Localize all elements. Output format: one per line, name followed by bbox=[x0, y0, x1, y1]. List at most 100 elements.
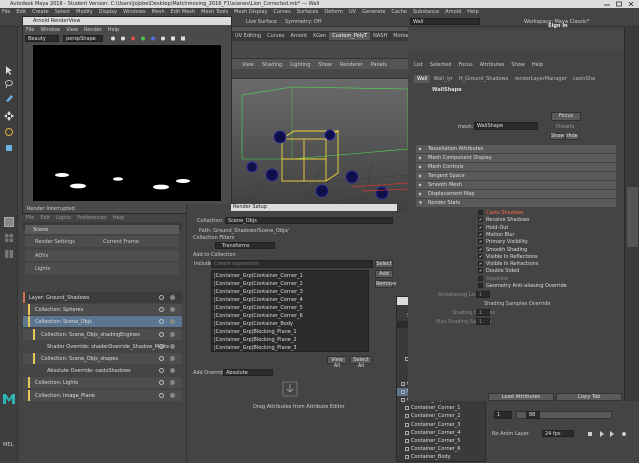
sign-in-label[interactable]: Sign In bbox=[548, 23, 568, 29]
main-menu-item[interactable]: UV bbox=[349, 9, 356, 15]
render-stat-checkbox[interactable]: ✔ bbox=[478, 224, 483, 230]
render-stat-row[interactable]: ✔ Primary Visibility bbox=[478, 238, 618, 245]
layer-tree-row[interactable]: Collection: Image_Plane bbox=[23, 389, 182, 401]
add-override-select[interactable]: Absolute bbox=[223, 369, 273, 376]
ae-section-header[interactable]: ▶ Smooth Mesh bbox=[416, 181, 616, 189]
fps-select[interactable]: 24 fps bbox=[542, 430, 574, 437]
viewport-menu-item[interactable]: Shading bbox=[262, 62, 282, 68]
symmetry-label[interactable]: Symmetry: Off bbox=[285, 19, 321, 25]
attribute-editor-side-tab[interactable] bbox=[627, 187, 638, 247]
ae-section-header[interactable]: ▶ Mesh Controls bbox=[416, 163, 616, 171]
isolate-icon[interactable] bbox=[170, 319, 175, 325]
end-frame-field[interactable]: 88 bbox=[526, 411, 540, 419]
visibility-icon[interactable] bbox=[159, 368, 164, 374]
main-menu-item[interactable]: Cache bbox=[391, 9, 407, 15]
load-attributes-button[interactable]: Load Attributes bbox=[488, 393, 554, 401]
render-setup-menu-item[interactable]: Edit bbox=[40, 215, 50, 221]
main-menu-item[interactable]: Modify bbox=[76, 9, 93, 15]
main-menu-item[interactable]: Arnold bbox=[445, 9, 461, 15]
render-mode-select[interactable]: Beauty bbox=[25, 35, 59, 42]
shelf-tab[interactable]: XGen bbox=[310, 32, 330, 40]
render-stat-row[interactable]: ✔ Motion Blur bbox=[478, 231, 618, 238]
viewport-panel[interactable]: UV Editing Curves Arnold XGen Custom_PolyT NA… bbox=[232, 27, 453, 213]
main-menu-item[interactable]: Mesh Tools bbox=[201, 9, 228, 15]
render-stat-checkbox[interactable]: ✔ bbox=[478, 217, 483, 223]
aovs-row[interactable]: AOVs bbox=[25, 250, 179, 261]
minimize-icon[interactable] bbox=[602, 1, 612, 7]
render-stat-checkbox[interactable]: ✔ bbox=[478, 261, 483, 267]
max-samples-field[interactable]: 1 bbox=[476, 318, 490, 325]
render-stat-checkbox[interactable]: ✔ bbox=[478, 253, 483, 259]
render-setup-menu-item[interactable]: Help bbox=[113, 215, 124, 221]
isolate-icon[interactable] bbox=[170, 356, 175, 361]
main-menu-item[interactable]: Substance bbox=[413, 9, 439, 15]
ae-tab[interactable]: renderLayerManager bbox=[511, 75, 569, 83]
main-menu-item[interactable]: Edit bbox=[16, 9, 26, 15]
render-stat-row[interactable]: Casts Shadows bbox=[478, 209, 618, 216]
viewport-scene[interactable]: persp bbox=[232, 79, 408, 213]
scene-header[interactable]: Scene bbox=[25, 225, 179, 234]
main-menu-item[interactable]: Mesh Display bbox=[234, 9, 267, 15]
viewport-menu-item[interactable]: Renderer bbox=[340, 62, 363, 68]
antialias-field[interactable]: 1 bbox=[476, 291, 490, 298]
outliner-item[interactable]: Container_Body bbox=[397, 453, 485, 461]
main-menu-item[interactable]: Edit Mesh bbox=[171, 9, 195, 15]
render-stat-checkbox[interactable]: ✔ bbox=[478, 239, 483, 245]
isolate-icon[interactable] bbox=[170, 380, 175, 386]
main-menu-item[interactable]: Create bbox=[32, 9, 49, 15]
outliner-item[interactable]: Container_Corner_6 bbox=[397, 445, 485, 453]
viewport-menu-item[interactable]: View bbox=[242, 62, 254, 68]
playback-icons[interactable] bbox=[586, 430, 636, 438]
render-stat-checkbox[interactable]: ✔ bbox=[478, 231, 483, 237]
render-stat-row[interactable]: ✔ Double Sided bbox=[478, 267, 618, 274]
render-stat-row[interactable]: ✔ Hold-Out bbox=[478, 224, 618, 231]
render-view-menu-item[interactable]: Render bbox=[84, 27, 102, 33]
main-menu-item[interactable]: Mesh bbox=[151, 9, 164, 15]
collection-member[interactable]: |Container_Grp|Blocking_Plane_1 bbox=[214, 329, 297, 335]
shelf-tab[interactable]: Custom_PolyT bbox=[329, 32, 371, 40]
render-stat-row[interactable]: ✔ Smooth Shading bbox=[478, 246, 618, 253]
layer-tree-row[interactable]: Collection: Spheres bbox=[23, 304, 182, 316]
collection-member[interactable]: |Container_Grp|Container_Body bbox=[214, 321, 293, 327]
move-tool-icon[interactable] bbox=[4, 111, 14, 121]
main-menu-item[interactable]: Windows bbox=[123, 9, 145, 15]
render-stat-checkbox[interactable]: ✔ bbox=[478, 246, 483, 252]
render-stat-row[interactable]: ✔ Visible In Reflections bbox=[478, 253, 618, 260]
close-icon[interactable] bbox=[626, 1, 636, 7]
shading-override-label[interactable]: Shading Samples Override bbox=[484, 301, 550, 307]
visibility-icon[interactable] bbox=[159, 307, 164, 313]
select-all-button[interactable]: Select All bbox=[350, 356, 372, 369]
ae-section-header[interactable]: ▶ Mesh Component Display bbox=[416, 154, 616, 162]
main-menu-item[interactable]: Curves bbox=[273, 9, 290, 15]
shelf-tab[interactable]: Arnold bbox=[287, 32, 309, 40]
outliner-item[interactable]: Container_Corner_3 bbox=[397, 421, 485, 429]
shading-samples-field[interactable]: 1 bbox=[476, 309, 490, 316]
viewport-menu-item[interactable]: Show bbox=[318, 62, 332, 68]
viewport-menu-item[interactable]: Panels bbox=[371, 62, 387, 68]
collection-member[interactable]: |Container_Grp|Container_Corner_5 bbox=[214, 305, 303, 311]
select-button[interactable]: Select bbox=[375, 260, 393, 268]
object-name-field[interactable]: Wall bbox=[410, 18, 480, 25]
layer-tree-row[interactable]: Layer: Ground_Shadows bbox=[23, 292, 182, 303]
filter-select[interactable]: Transforms bbox=[215, 242, 275, 249]
layer-tree-row[interactable]: Collection: Scene_Objs bbox=[23, 316, 182, 328]
render-camera-select[interactable]: perspShape bbox=[63, 35, 103, 42]
visibility-icon[interactable] bbox=[159, 343, 164, 349]
render-view-menu-item[interactable]: Window bbox=[40, 27, 60, 33]
hide-button[interactable]: Hide bbox=[565, 133, 579, 140]
shelf-tab[interactable]: NASH bbox=[370, 32, 390, 40]
remove-button[interactable]: Remove bbox=[375, 280, 396, 288]
render-settings-row[interactable]: Render Settings Current Frame bbox=[25, 236, 179, 247]
isolate-icon[interactable] bbox=[170, 307, 175, 313]
main-menu-item[interactable]: Surfaces bbox=[297, 9, 319, 15]
select-tool-icon[interactable] bbox=[4, 65, 14, 75]
collection-members-list[interactable]: |Container_Grp|Container_Corner_1 |Contai… bbox=[211, 270, 369, 352]
layer-tree-row[interactable]: Collection: Scene_Objs_shapes bbox=[23, 353, 182, 364]
ae-menu-item[interactable]: Attributes bbox=[480, 62, 505, 68]
isolate-icon[interactable] bbox=[170, 331, 175, 337]
rotate-tool-icon[interactable] bbox=[4, 127, 14, 137]
isolate-icon[interactable] bbox=[170, 392, 175, 398]
start-frame-field[interactable]: 1 bbox=[494, 411, 512, 419]
ae-menu-item[interactable]: List bbox=[414, 62, 423, 68]
render-setup-menu-item[interactable]: Preferences bbox=[77, 215, 106, 221]
